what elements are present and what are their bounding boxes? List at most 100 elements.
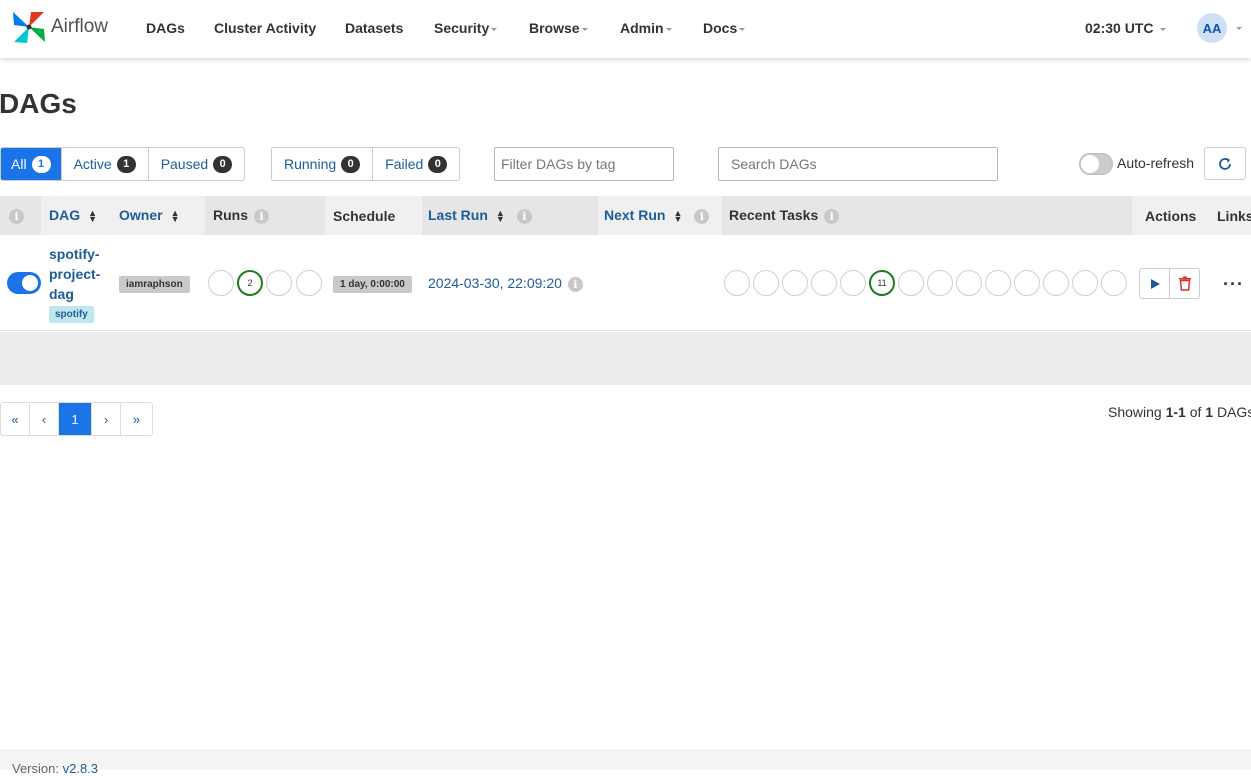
showing-suffix: DAGs xyxy=(1216,404,1251,420)
nav-admin[interactable]: Admin xyxy=(620,20,672,36)
toggle-knob xyxy=(22,275,38,291)
task-status-circle[interactable] xyxy=(927,270,953,296)
dag-tag[interactable]: spotify xyxy=(49,306,94,323)
toggle-knob xyxy=(1081,155,1099,173)
header-next-run[interactable]: Next Run ▲ ▼ i xyxy=(604,207,710,225)
header-runs: Runs i xyxy=(213,207,269,224)
showing-count: Showing 1-1 of 1 DAGs xyxy=(1108,404,1251,420)
filter-active-button[interactable]: Active 1 xyxy=(61,148,149,180)
filter-active-label: Active xyxy=(73,156,112,172)
caret-down-icon[interactable] xyxy=(1236,27,1242,30)
task-status-circle[interactable] xyxy=(840,270,866,296)
page-next[interactable]: › xyxy=(92,403,121,435)
nav-docs[interactable]: Docs xyxy=(703,20,746,36)
header-info[interactable]: i xyxy=(9,207,24,224)
header-last-run-label: Last Run xyxy=(428,207,488,223)
filter-all-count: 1 xyxy=(31,155,51,173)
footer: Version: v2.8.3 xyxy=(0,749,1251,776)
run-status-circle[interactable] xyxy=(296,270,322,296)
dag-name-line: dag xyxy=(49,286,74,302)
dag-link[interactable]: spotify- project- dag xyxy=(49,244,109,304)
info-icon[interactable]: i xyxy=(567,276,583,292)
owner-badge[interactable]: iamraphson xyxy=(119,276,190,293)
showing-range: 1-1 xyxy=(1165,404,1186,420)
navbar: Airflow DAGs Cluster Activity Datasets S… xyxy=(0,0,1251,58)
header-links: Links xyxy=(1217,208,1251,224)
nav-datasets[interactable]: Datasets xyxy=(345,20,403,36)
auto-refresh-toggle[interactable] xyxy=(1079,153,1113,175)
user-avatar[interactable]: AA xyxy=(1197,13,1227,43)
task-status-circle[interactable] xyxy=(753,270,779,296)
version-label: Version: xyxy=(12,761,59,776)
info-icon[interactable]: i xyxy=(824,208,840,224)
caret-down-icon xyxy=(1160,27,1167,31)
caret-down-icon xyxy=(739,27,746,31)
caret-down-icon xyxy=(665,27,672,31)
nav-security[interactable]: Security xyxy=(434,20,498,36)
filter-running-count: 0 xyxy=(341,155,361,173)
links-menu-icon[interactable]: ··· xyxy=(1223,274,1244,295)
header-owner[interactable]: Owner ▲ ▼ xyxy=(119,207,180,224)
nav-browse[interactable]: Browse xyxy=(529,20,588,36)
task-status-circle[interactable] xyxy=(811,270,837,296)
filter-active-count: 1 xyxy=(116,155,136,173)
last-run-link[interactable]: 2024-03-30, 22:09:20 i xyxy=(428,275,583,292)
run-status-circle[interactable] xyxy=(266,270,292,296)
showing-total: 1 xyxy=(1205,404,1214,420)
task-status-circle[interactable] xyxy=(1072,270,1098,296)
brand-name[interactable]: Airflow xyxy=(51,16,108,38)
clock-label: 02:30 UTC xyxy=(1085,20,1154,36)
header-recent-tasks: Recent Tasks i xyxy=(729,207,840,224)
task-status-circle[interactable] xyxy=(985,270,1011,296)
header-last-run[interactable]: Last Run ▲ ▼ i xyxy=(428,207,532,224)
page-current[interactable]: 1 xyxy=(59,403,92,435)
filter-running-button[interactable]: Running 0 xyxy=(272,148,374,180)
task-status-circle[interactable] xyxy=(898,270,924,296)
trigger-dag-button[interactable] xyxy=(1139,268,1170,299)
info-icon[interactable]: i xyxy=(694,208,710,224)
page-last[interactable]: » xyxy=(121,403,152,435)
page-prev[interactable]: ‹ xyxy=(30,403,59,435)
version-link[interactable]: v2.8.3 xyxy=(63,761,98,776)
nav-datasets-label: Datasets xyxy=(345,20,404,36)
task-status-circle[interactable] xyxy=(956,270,982,296)
page-first[interactable]: « xyxy=(1,403,30,435)
header-dag-label: DAG xyxy=(49,207,81,223)
info-icon[interactable]: i xyxy=(516,208,532,224)
schedule-badge[interactable]: 1 day, 0:00:00 xyxy=(333,276,412,293)
task-status-circle[interactable] xyxy=(782,270,808,296)
delete-dag-button[interactable] xyxy=(1169,268,1200,299)
info-icon[interactable]: i xyxy=(254,208,269,224)
utc-clock-dropdown[interactable]: 02:30 UTC xyxy=(1085,20,1167,36)
header-actions: Actions xyxy=(1145,208,1197,224)
refresh-button[interactable] xyxy=(1204,147,1246,180)
task-status-circle[interactable] xyxy=(1014,270,1040,296)
filter-paused-label: Paused xyxy=(160,156,209,172)
filter-paused-button[interactable]: Paused 0 xyxy=(148,148,245,180)
task-status-circle[interactable] xyxy=(1043,270,1069,296)
run-status-circle[interactable] xyxy=(208,270,234,296)
nav-cluster-activity-label: Cluster Activity xyxy=(214,20,317,36)
auto-refresh-label: Auto-refresh xyxy=(1117,155,1195,171)
run-status-circle-success[interactable]: 2 xyxy=(237,270,263,296)
task-status-circle[interactable] xyxy=(724,270,750,296)
run-filter-group: Running 0 Failed 0 xyxy=(271,147,461,181)
filter-failed-count: 0 xyxy=(428,155,448,173)
sort-icon: ▲ ▼ xyxy=(673,208,683,225)
nav-dags-label: DAGs xyxy=(146,20,185,36)
dag-pause-toggle[interactable] xyxy=(7,272,41,294)
task-status-circle[interactable] xyxy=(1101,270,1127,296)
airflow-logo[interactable] xyxy=(10,8,48,46)
play-icon xyxy=(1150,278,1160,289)
header-next-run-label: Next Run xyxy=(604,207,666,223)
nav-dags[interactable]: DAGs xyxy=(146,20,185,36)
header-dag[interactable]: DAG ▲ ▼ xyxy=(49,207,97,224)
header-runs-label: Runs xyxy=(213,207,248,223)
tag-filter-input[interactable]: Filter DAGs by tag xyxy=(494,147,674,181)
nav-cluster-activity[interactable]: Cluster Activity xyxy=(214,20,316,36)
task-status-circle-success[interactable]: 11 xyxy=(869,270,895,296)
filter-failed-button[interactable]: Failed 0 xyxy=(373,148,460,180)
filter-all-button[interactable]: All 1 xyxy=(1,148,62,180)
filter-failed-label: Failed xyxy=(385,156,424,172)
search-dags-input[interactable]: Search DAGs xyxy=(718,147,998,181)
